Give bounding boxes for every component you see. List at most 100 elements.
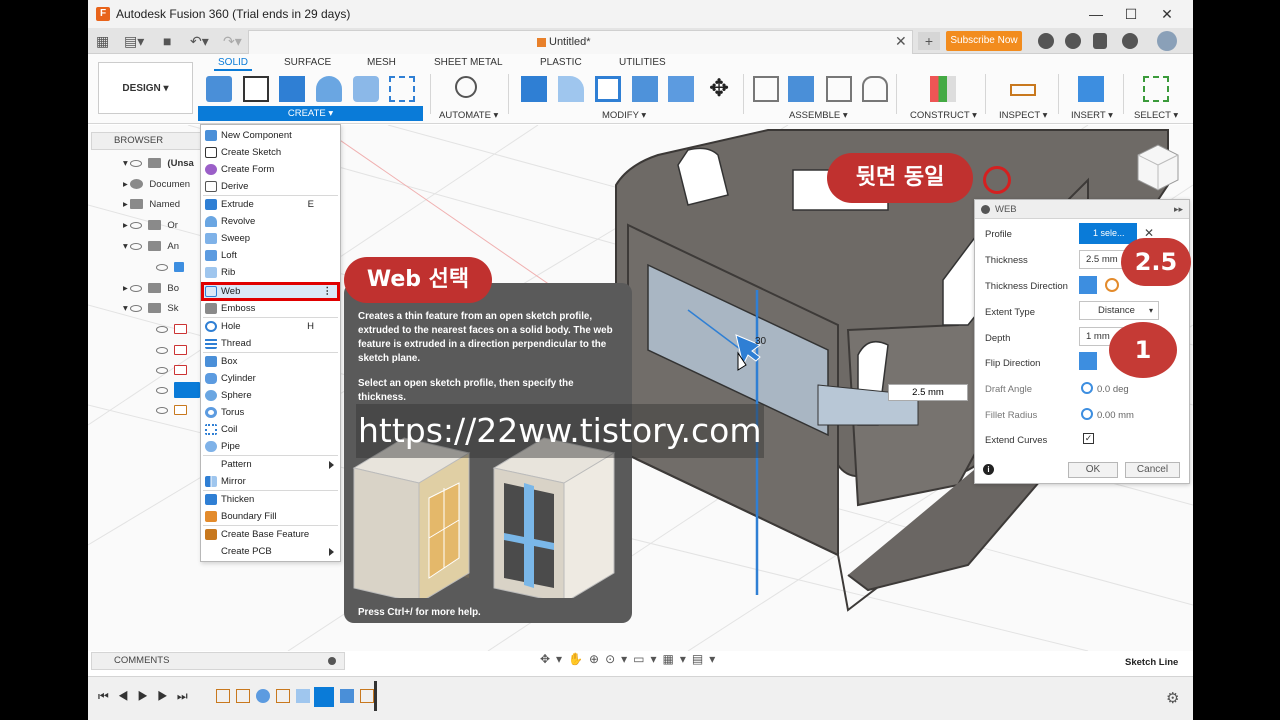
job-status-icon[interactable] xyxy=(1065,33,1081,49)
menu-item-rib[interactable]: Rib xyxy=(201,264,340,281)
browser-row-analysis[interactable]: ▾ An xyxy=(123,238,179,256)
menu-item-mirror[interactable]: Mirror xyxy=(201,473,340,490)
info-icon[interactable]: i xyxy=(983,464,994,475)
maximize-icon[interactable]: ☐ xyxy=(1116,4,1146,24)
visibility-icon[interactable] xyxy=(130,159,143,167)
file-menu-icon[interactable]: ▤▾ xyxy=(124,32,144,50)
extrude-icon[interactable] xyxy=(279,76,305,102)
menu-item-pattern[interactable]: Pattern xyxy=(201,456,340,473)
menu-item-box[interactable]: Box xyxy=(201,353,340,370)
timeline-sketch-icon[interactable] xyxy=(236,689,250,703)
extensions-icon[interactable] xyxy=(1038,33,1054,49)
create-sketch-icon[interactable] xyxy=(243,76,269,102)
offset-face-icon[interactable] xyxy=(668,76,694,102)
fillet-icon[interactable] xyxy=(558,76,584,102)
extent-type-select[interactable]: Distance ▾ xyxy=(1079,301,1159,320)
expand-arrow-icon[interactable]: ▸ xyxy=(123,220,130,231)
menu-item-web[interactable]: Web ⋮ xyxy=(201,283,340,300)
draft-angle-value[interactable]: 0.0 deg xyxy=(1097,384,1129,395)
create-menu-button[interactable]: CREATE ▾ xyxy=(198,106,423,121)
visibility-icon[interactable] xyxy=(156,325,168,333)
menu-item-new-component[interactable]: New Component xyxy=(201,127,340,144)
menu-item-revolve[interactable]: Revolve xyxy=(201,213,340,230)
expand-arrow-icon[interactable]: ▸ xyxy=(123,199,130,210)
undo-icon[interactable]: ↶▾ xyxy=(190,32,209,50)
tab-plastic[interactable]: PLASTIC xyxy=(540,57,582,68)
profile-select-button[interactable]: 1 sele... xyxy=(1079,223,1137,244)
move-icon[interactable]: ✥ xyxy=(706,76,732,102)
expand-dialog-icon[interactable]: ▸▸ xyxy=(1174,200,1183,219)
menu-item-derive[interactable]: Derive xyxy=(201,178,340,195)
playback-controls[interactable]: ⏮◀▶▶⏭ xyxy=(98,689,197,704)
timeline-sketch-icon[interactable] xyxy=(276,689,290,703)
menu-item-boundary-fill[interactable]: Boundary Fill xyxy=(201,508,340,525)
document-tab[interactable]: Untitled* xyxy=(248,30,913,54)
tab-solid[interactable]: SOLID xyxy=(213,57,253,71)
browser-row-named-views[interactable]: ▸ Named xyxy=(123,196,180,214)
expand-arrow-icon[interactable]: ▾ xyxy=(123,303,130,314)
expand-arrow-icon[interactable]: ▸ xyxy=(123,283,130,294)
press-pull-icon[interactable] xyxy=(521,76,547,102)
menu-item-thicken[interactable]: Thicken xyxy=(201,491,340,508)
visibility-icon[interactable] xyxy=(156,386,168,394)
tab-mesh[interactable]: MESH xyxy=(367,57,396,68)
hole-icon[interactable] xyxy=(353,76,379,102)
help-icon[interactable] xyxy=(1122,33,1138,49)
menu-item-pipe[interactable]: Pipe xyxy=(201,438,340,455)
timeline-active-sketch-icon[interactable] xyxy=(314,687,334,707)
fillet-radius-value[interactable]: 0.00 mm xyxy=(1097,410,1134,421)
more-options-icon[interactable]: ⋮ xyxy=(323,283,333,300)
flip-direction-toggle[interactable] xyxy=(1079,352,1097,370)
timeline-revolve-icon[interactable] xyxy=(256,689,270,703)
extend-curves-checkbox[interactable]: ✓ xyxy=(1083,433,1094,444)
menu-item-hole[interactable]: Hole H xyxy=(201,318,340,335)
cancel-button[interactable]: Cancel xyxy=(1125,462,1180,478)
select-menu[interactable]: SELECT ▾ xyxy=(1134,110,1178,121)
inspect-menu[interactable]: INSPECT ▾ xyxy=(999,110,1047,121)
visibility-icon[interactable] xyxy=(156,366,168,374)
menu-item-create-pcb[interactable]: Create PCB xyxy=(201,543,340,560)
new-assembly-component-icon[interactable] xyxy=(788,76,814,102)
visibility-icon[interactable] xyxy=(130,284,143,292)
fit-icon[interactable]: ⊙▾ xyxy=(605,652,633,666)
viewports-icon[interactable]: ▤▾ xyxy=(692,652,721,666)
automate-menu[interactable]: AUTOMATE ▾ xyxy=(439,110,498,121)
visibility-icon[interactable] xyxy=(130,304,143,312)
visibility-icon[interactable] xyxy=(130,242,143,250)
timeline-marker[interactable] xyxy=(374,681,377,711)
visibility-icon[interactable] xyxy=(156,406,168,414)
menu-item-create-form[interactable]: Create Form xyxy=(201,161,340,178)
close-tab-icon[interactable]: ✕ xyxy=(895,32,907,50)
menu-item-sweep[interactable]: Sweep xyxy=(201,230,340,247)
expand-arrow-icon[interactable]: ▾ xyxy=(123,241,130,252)
insert-image-icon[interactable] xyxy=(1078,76,1104,102)
pattern-icon[interactable] xyxy=(389,76,415,102)
notifications-icon[interactable] xyxy=(1093,33,1107,49)
tab-surface[interactable]: SURFACE xyxy=(284,57,331,68)
browser-row-sketches[interactable]: ▾ Sk xyxy=(123,300,179,318)
subscribe-button[interactable]: Subscribe Now xyxy=(946,31,1022,51)
assemble-menu[interactable]: ASSEMBLE ▾ xyxy=(789,110,848,121)
web-dialog-header[interactable]: WEB ▸▸ xyxy=(975,200,1189,219)
avatar[interactable] xyxy=(1157,31,1177,51)
tab-utilities[interactable]: UTILITIES xyxy=(619,57,666,68)
minimize-icon[interactable]: — xyxy=(1081,4,1111,24)
menu-item-create-sketch[interactable]: Create Sketch xyxy=(201,144,340,161)
expand-arrow-icon[interactable]: ▸ xyxy=(123,179,130,190)
new-tab-icon[interactable]: + xyxy=(918,32,940,50)
new-component-icon[interactable] xyxy=(206,76,232,102)
thickness-direction-flip-icon[interactable] xyxy=(1105,278,1119,292)
menu-item-torus[interactable]: Torus xyxy=(201,404,340,421)
close-icon[interactable]: ✕ xyxy=(1152,4,1182,24)
insert-menu[interactable]: INSERT ▾ xyxy=(1071,110,1113,121)
orbit-icon[interactable]: ✥▾ xyxy=(540,652,568,666)
add-comment-icon[interactable] xyxy=(328,657,336,665)
menu-item-sphere[interactable]: Sphere xyxy=(201,387,340,404)
rigid-group-icon[interactable] xyxy=(862,76,888,102)
combine-icon[interactable] xyxy=(632,76,658,102)
visibility-icon[interactable] xyxy=(130,221,143,229)
construct-menu[interactable]: CONSTRUCT ▾ xyxy=(910,110,977,121)
timeline-shell-icon[interactable] xyxy=(296,689,310,703)
timeline-sketch-icon[interactable] xyxy=(216,689,230,703)
menu-item-thread[interactable]: Thread xyxy=(201,335,340,352)
